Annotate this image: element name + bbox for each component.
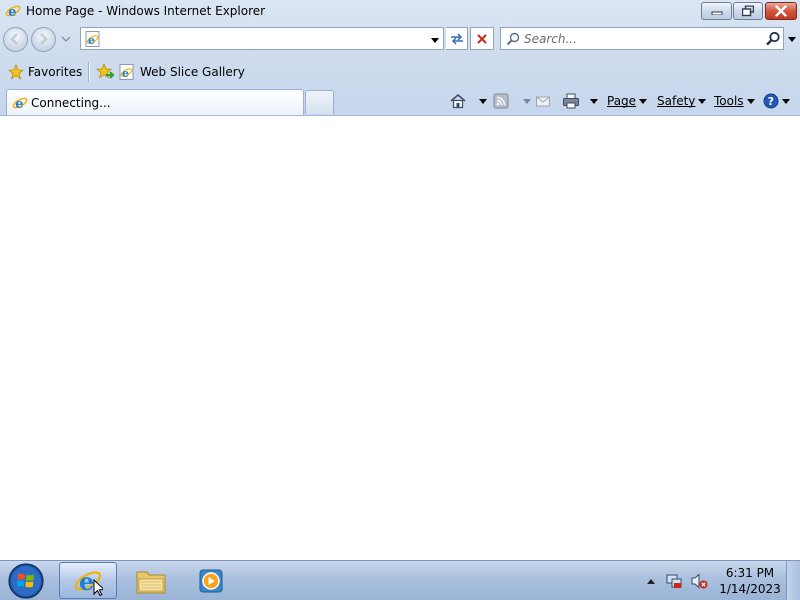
show-desktop-button[interactable] [786, 561, 800, 600]
home-icon [450, 94, 466, 109]
taskbar: e 6:31 PM 1/14/2023 [0, 560, 800, 600]
print-button[interactable] [562, 92, 598, 110]
forward-button[interactable] [31, 27, 56, 52]
favorites-label: Favorites [28, 65, 83, 79]
page-content-area[interactable] [0, 117, 800, 560]
page-menu-button[interactable]: Page [607, 92, 648, 110]
favorites-bar-item-web-slice-gallery[interactable]: e Web Slice Gallery [119, 62, 245, 82]
tools-menu-button[interactable]: Tools [714, 92, 755, 110]
address-dropdown-icon[interactable] [430, 34, 440, 44]
mail-icon [536, 96, 550, 107]
feeds-button[interactable] [493, 92, 531, 110]
tab-connecting[interactable]: e Connecting... [6, 89, 304, 115]
start-button[interactable] [6, 562, 46, 600]
svg-text:?: ? [768, 95, 774, 108]
window-title: Home Page - Windows Internet Explorer [26, 4, 266, 18]
minimize-button[interactable] [701, 2, 732, 20]
chevron-down-icon [746, 98, 755, 104]
page-menu-label: Page [607, 94, 637, 108]
close-button[interactable] [765, 2, 797, 20]
restore-button[interactable] [733, 2, 763, 20]
add-to-favorites-bar-button[interactable] [95, 62, 115, 81]
svg-text:e: e [8, 5, 16, 19]
ie-window: e Home Page - Windows Internet Explorer [0, 0, 800, 560]
mouse-cursor [93, 578, 103, 596]
stop-icon [477, 33, 487, 44]
folder-icon [136, 571, 166, 593]
print-dropdown-icon[interactable] [590, 98, 598, 104]
taskbar-item-windows-explorer[interactable] [122, 562, 180, 599]
chevron-down-icon [698, 98, 707, 104]
new-tab-button[interactable] [305, 90, 334, 114]
help-icon: ? [763, 93, 779, 109]
tab-row: e Connecting... Page Safety Tools ? [0, 88, 800, 116]
chevron-up-icon [647, 579, 655, 584]
tab-label: Connecting... [31, 96, 111, 110]
favorites-item-label: Web Slice Gallery [140, 65, 245, 79]
browser-chrome: e Home Page - Windows Internet Explorer [0, 0, 800, 116]
ie-logo-icon: e [12, 95, 28, 112]
home-dropdown-icon[interactable] [479, 98, 487, 104]
search-box[interactable] [500, 27, 784, 50]
search-options-dropdown-icon[interactable] [787, 33, 797, 43]
chevron-down-icon[interactable] [60, 33, 72, 45]
clock-time: 6:31 PM [725, 566, 775, 580]
help-button[interactable]: ? [763, 92, 790, 110]
safety-menu-label: Safety [657, 94, 696, 108]
search-provider-icon [506, 32, 520, 46]
page-ie-icon: e [119, 64, 134, 80]
address-input[interactable] [105, 31, 425, 46]
svg-text:e: e [15, 97, 23, 111]
search-input[interactable] [524, 31, 754, 46]
svg-text:e: e [79, 567, 94, 596]
tools-menu-label: Tools [714, 94, 744, 108]
favorites-bar: Favorites e Web Slice Gallery [0, 58, 800, 86]
volume-muted-icon[interactable] [690, 572, 708, 590]
show-hidden-icons-button[interactable] [646, 576, 656, 586]
title-bar[interactable]: e Home Page - Windows Internet Explorer [0, 0, 800, 22]
search-icon[interactable] [765, 31, 781, 47]
feeds-dropdown-icon[interactable] [523, 98, 531, 104]
help-dropdown-icon[interactable] [782, 98, 790, 104]
safety-menu-button[interactable]: Safety [657, 92, 707, 110]
svg-text:e: e [122, 67, 129, 80]
taskbar-clock[interactable]: 6:31 PM 1/14/2023 [714, 565, 786, 597]
network-icon[interactable] [665, 572, 683, 590]
clock-date: 1/14/2023 [719, 582, 781, 596]
taskbar-item-media-player[interactable] [182, 562, 240, 599]
printer-icon [563, 93, 579, 109]
refresh-icon [450, 32, 463, 45]
svg-text:e: e [88, 34, 95, 47]
ie-logo-icon: e [74, 567, 103, 596]
windows-logo-icon [8, 563, 44, 599]
address-bar[interactable]: e [80, 27, 444, 50]
ie-logo-icon: e [5, 3, 21, 20]
separator [88, 62, 89, 82]
page-ie-icon: e [85, 31, 101, 47]
add-favorite-icon [95, 62, 115, 79]
back-button[interactable] [3, 27, 28, 52]
favorites-button[interactable]: Favorites [4, 62, 86, 82]
refresh-button[interactable] [446, 27, 468, 50]
read-mail-button[interactable] [535, 92, 551, 110]
navigation-bar: e [0, 24, 800, 54]
taskbar-item-internet-explorer[interactable]: e [59, 562, 117, 599]
home-button[interactable] [449, 92, 487, 110]
star-icon [8, 64, 24, 80]
stop-button[interactable] [470, 27, 494, 50]
chevron-down-icon [639, 98, 648, 104]
media-player-icon [199, 569, 223, 592]
rss-feed-icon [493, 93, 509, 109]
